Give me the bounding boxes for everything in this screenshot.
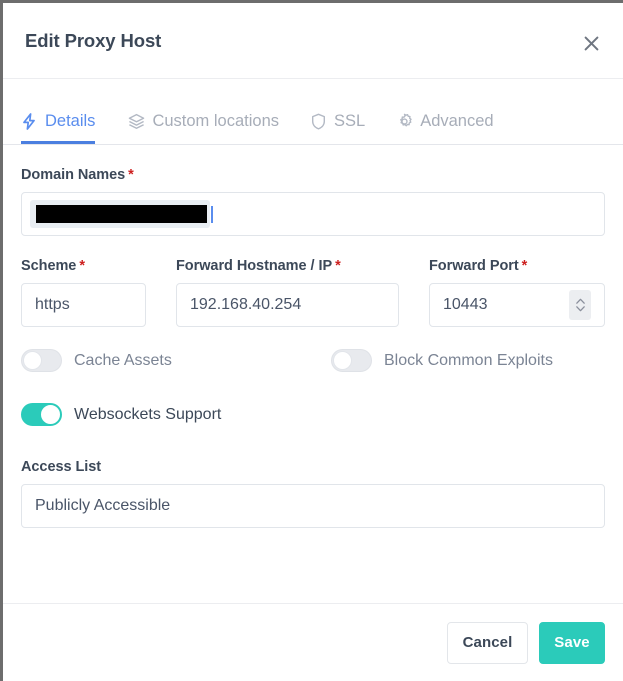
forward-port-label: Forward Port* [429, 258, 605, 274]
save-button[interactable]: Save [539, 622, 605, 664]
dialog-tabs: Details Custom locations SSL [3, 79, 623, 145]
scheme-label: Scheme* [21, 258, 146, 274]
tab-label: SSL [334, 112, 365, 131]
layers-icon [128, 113, 145, 130]
forward-hostname-field-group: Forward Hostname / IP* 192.168.40.254 [176, 258, 399, 327]
cache-assets-toggle[interactable] [21, 349, 62, 372]
tab-ssl[interactable]: SSL [310, 79, 379, 144]
close-icon[interactable] [578, 30, 604, 56]
scheme-value: https [35, 296, 70, 314]
gear-icon [396, 113, 413, 130]
required-marker: * [79, 258, 85, 274]
tab-label: Custom locations [152, 112, 279, 131]
tab-details[interactable]: Details [21, 79, 109, 144]
forward-hostname-value: 192.168.40.254 [190, 296, 301, 314]
scheme-field-group: Scheme* https [21, 258, 146, 327]
block-common-exploits-toggle[interactable] [331, 349, 372, 372]
required-marker: * [128, 167, 134, 183]
dialog-body: Domain Names* Scheme* https Forward Host… [3, 145, 623, 603]
domain-names-label-text: Domain Names [21, 167, 125, 183]
scheme-select[interactable]: https [21, 283, 146, 327]
tab-custom-locations[interactable]: Custom locations [128, 79, 293, 144]
shield-icon [310, 113, 327, 130]
cache-assets-toggle-group[interactable]: Cache Assets [21, 349, 331, 372]
access-list-select[interactable]: Publicly Accessible [21, 484, 605, 528]
toggle-knob [333, 351, 352, 370]
edit-proxy-host-dialog: Edit Proxy Host Details [3, 3, 623, 681]
chevron-up-down-icon[interactable] [569, 290, 591, 320]
dialog-header: Edit Proxy Host [3, 3, 623, 79]
domain-names-input[interactable] [21, 192, 605, 236]
access-list-label: Access List [21, 459, 605, 475]
forward-port-field-group: Forward Port* 10443 [429, 258, 605, 327]
forward-hostname-input[interactable]: 192.168.40.254 [176, 283, 399, 327]
bolt-icon [21, 113, 38, 130]
options-row-2: Websockets Support [21, 403, 605, 426]
forward-port-value: 10443 [443, 296, 488, 314]
websockets-support-label: Websockets Support [74, 406, 221, 424]
block-common-exploits-toggle-group[interactable]: Block Common Exploits [331, 349, 553, 372]
toggle-knob [23, 351, 42, 370]
scheme-label-text: Scheme [21, 258, 76, 274]
cancel-button[interactable]: Cancel [447, 622, 528, 664]
options-row-1: Cache Assets Block Common Exploits [21, 349, 605, 372]
tab-advanced[interactable]: Advanced [396, 79, 507, 144]
toggle-knob [41, 405, 60, 424]
access-list-label-text: Access List [21, 459, 101, 475]
page-title: Edit Proxy Host [25, 30, 161, 52]
required-marker: * [335, 258, 341, 274]
forward-settings-row: Scheme* https Forward Hostname / IP* 192… [21, 258, 605, 327]
tab-label: Advanced [420, 112, 493, 131]
domain-name-tag[interactable] [30, 200, 210, 228]
required-marker: * [522, 258, 528, 274]
tab-label: Details [45, 112, 95, 131]
cache-assets-label: Cache Assets [74, 352, 172, 370]
forward-hostname-label: Forward Hostname / IP* [176, 258, 399, 274]
forward-hostname-label-text: Forward Hostname / IP [176, 258, 332, 274]
block-common-exploits-label: Block Common Exploits [384, 352, 553, 370]
redacted-domain-value [36, 205, 207, 223]
websockets-support-toggle-group[interactable]: Websockets Support [21, 403, 221, 426]
forward-port-label-text: Forward Port [429, 258, 519, 274]
dialog-footer: Cancel Save [3, 603, 623, 681]
access-list-value: Publicly Accessible [35, 497, 170, 515]
websockets-support-toggle[interactable] [21, 403, 62, 426]
domain-names-label: Domain Names* [21, 167, 605, 183]
text-caret [211, 206, 213, 223]
forward-port-input[interactable]: 10443 [429, 283, 605, 327]
